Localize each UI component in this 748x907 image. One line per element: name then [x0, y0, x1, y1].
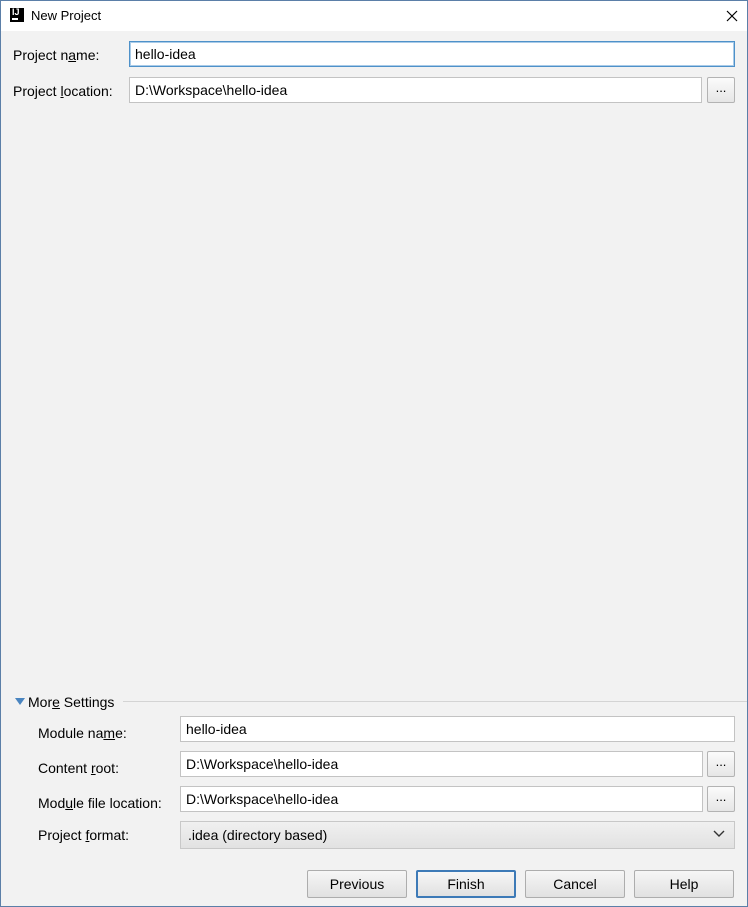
project-location-input[interactable]: D:\Workspace\hello-idea [129, 77, 702, 103]
finish-button[interactable]: Finish [416, 870, 516, 898]
project-location-browse-button[interactable]: ... [707, 77, 735, 103]
module-file-location-input[interactable]: D:\Workspace\hello-idea [180, 786, 703, 812]
project-format-label: Project format: [38, 827, 130, 843]
content-root-browse-button[interactable]: ... [707, 751, 735, 777]
project-location-label: Project location: [13, 83, 113, 99]
content-root-label: Content root: [38, 760, 119, 776]
more-settings-label: More Settings [28, 694, 115, 710]
new-project-dialog: IJ New Project Project name: hello-idea … [0, 0, 748, 907]
content-root-input[interactable]: D:\Workspace\hello-idea [180, 751, 703, 777]
module-name-label: Module name: [38, 725, 127, 741]
cancel-button[interactable]: Cancel [525, 870, 625, 898]
module-file-location-label: Module file location: [38, 795, 162, 811]
more-settings-separator [123, 701, 747, 702]
help-button[interactable]: Help [634, 870, 734, 898]
intellij-idea-icon: IJ [10, 7, 24, 22]
expand-triangle-icon [15, 698, 25, 705]
close-button[interactable] [717, 2, 747, 30]
window-title: New Project [31, 8, 102, 23]
previous-button[interactable]: Previous [307, 870, 407, 898]
project-name-label: Project name: [13, 47, 100, 63]
close-icon [726, 10, 738, 22]
project-format-select[interactable]: .idea (directory based) [180, 821, 735, 849]
module-name-input[interactable]: hello-idea [180, 716, 735, 742]
project-name-input[interactable]: hello-idea [129, 41, 735, 67]
module-file-location-browse-button[interactable]: ... [707, 786, 735, 812]
title-bar: IJ New Project [1, 1, 747, 31]
project-format-value: .idea (directory based) [188, 827, 328, 843]
chevron-down-icon [713, 830, 725, 837]
